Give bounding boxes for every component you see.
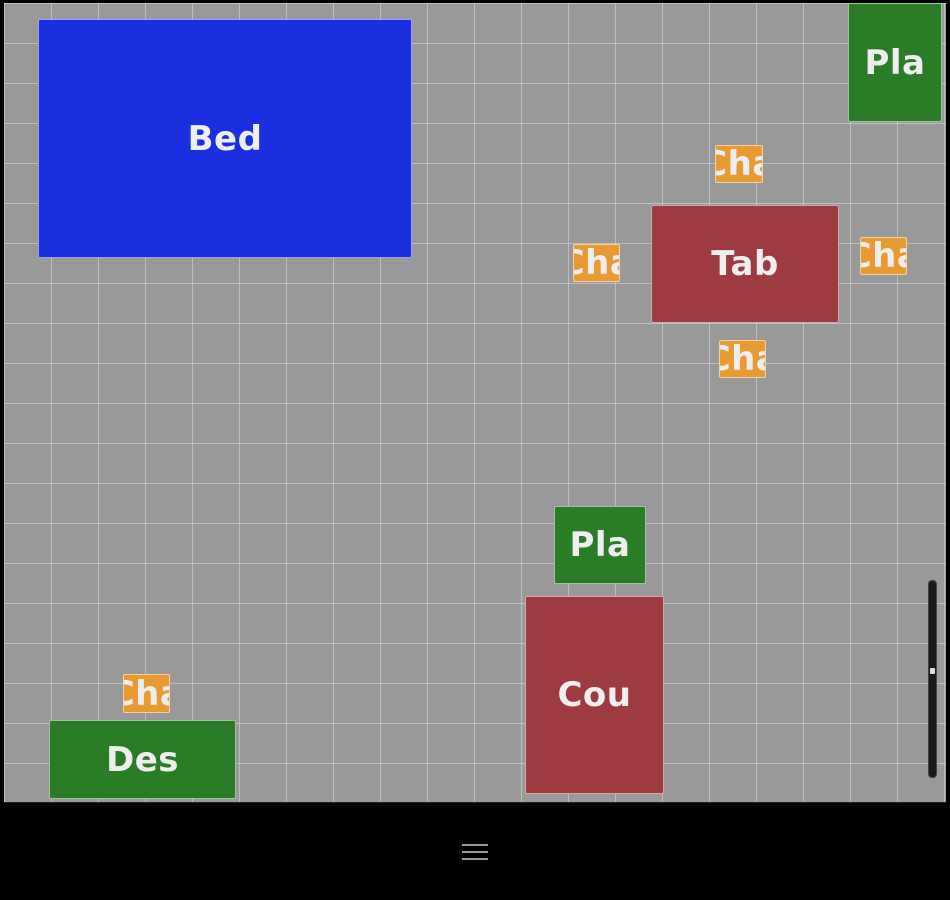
menu-icon-line [462, 851, 488, 853]
furniture-chair-left[interactable]: Cha [573, 244, 620, 282]
furniture-chair-desk[interactable]: Cha [123, 674, 170, 713]
furniture-couch[interactable]: Cou [525, 596, 664, 794]
furniture-desk[interactable]: Des [49, 720, 236, 799]
furniture-chair-desk-label: Cha [124, 674, 169, 713]
furniture-chair-right[interactable]: Cha [860, 237, 907, 275]
furniture-desk-label: Des [105, 739, 180, 780]
furniture-chair-top[interactable]: Cha [715, 145, 763, 183]
furniture-chair-left-label: Cha [574, 244, 619, 282]
furniture-plant-top[interactable]: Pla [848, 3, 942, 122]
furniture-table-label: Tab [711, 244, 779, 284]
furniture-chair-bottom-label: Cha [720, 340, 765, 378]
furniture-bed-label: Bed [187, 118, 263, 159]
zoom-slider[interactable] [928, 580, 937, 778]
furniture-chair-top-label: Cha [716, 145, 762, 183]
furniture-plant-mid-label: Pla [569, 525, 631, 565]
furniture-couch-label: Cou [557, 675, 632, 715]
furniture-plant-mid[interactable]: Pla [554, 506, 646, 584]
floor-plan-canvas[interactable]: Bed Pla Cha Cha Tab Cha Cha Pla Cou Cha [4, 3, 946, 803]
furniture-plant-top-label: Pla [864, 42, 926, 83]
bottom-toolbar [0, 803, 950, 900]
floor-planner-app: Bed Pla Cha Cha Tab Cha Cha Pla Cou Cha [0, 0, 950, 900]
furniture-chair-bottom[interactable]: Cha [719, 340, 766, 378]
menu-icon-line [462, 858, 488, 860]
zoom-slider-thumb[interactable] [930, 668, 935, 674]
furniture-table[interactable]: Tab [651, 205, 839, 323]
menu-icon-line [462, 844, 488, 846]
furniture-bed[interactable]: Bed [38, 19, 412, 258]
hamburger-menu-icon[interactable] [460, 841, 490, 863]
furniture-chair-right-label: Cha [861, 237, 906, 275]
